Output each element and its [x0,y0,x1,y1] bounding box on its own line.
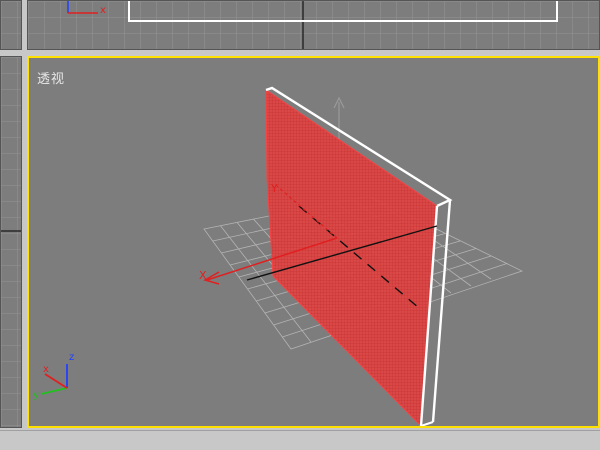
viewport-grid [1,1,21,49]
left-viewport-canvas [1,230,21,232]
tripod-z-label: z [69,352,74,363]
plane-outline[interactable] [128,1,558,22]
front-viewport[interactable]: x [27,0,600,50]
perspective-canvas: X Y z x y [33,86,524,426]
gizmo-x-label: X [199,269,207,282]
tripod-y-label: y [33,390,39,401]
top-left-viewport[interactable] [0,0,22,50]
front-viewport-canvas: x [67,1,558,49]
perspective-viewport[interactable]: X Y z x y 透视 [27,56,600,428]
viewport-label-perspective[interactable]: 透视 [37,68,65,87]
axis-tripod-icon: x [67,1,106,16]
axis-tripod-icon: z x y [33,352,74,401]
axis-x-label: x [100,5,106,16]
gizmo-y-label: Y [270,182,278,195]
tripod-x-label: x [43,364,49,375]
app-window: x X Y z x y 透视 [0,0,600,450]
left-viewport[interactable] [0,56,22,428]
status-bar [0,430,600,450]
